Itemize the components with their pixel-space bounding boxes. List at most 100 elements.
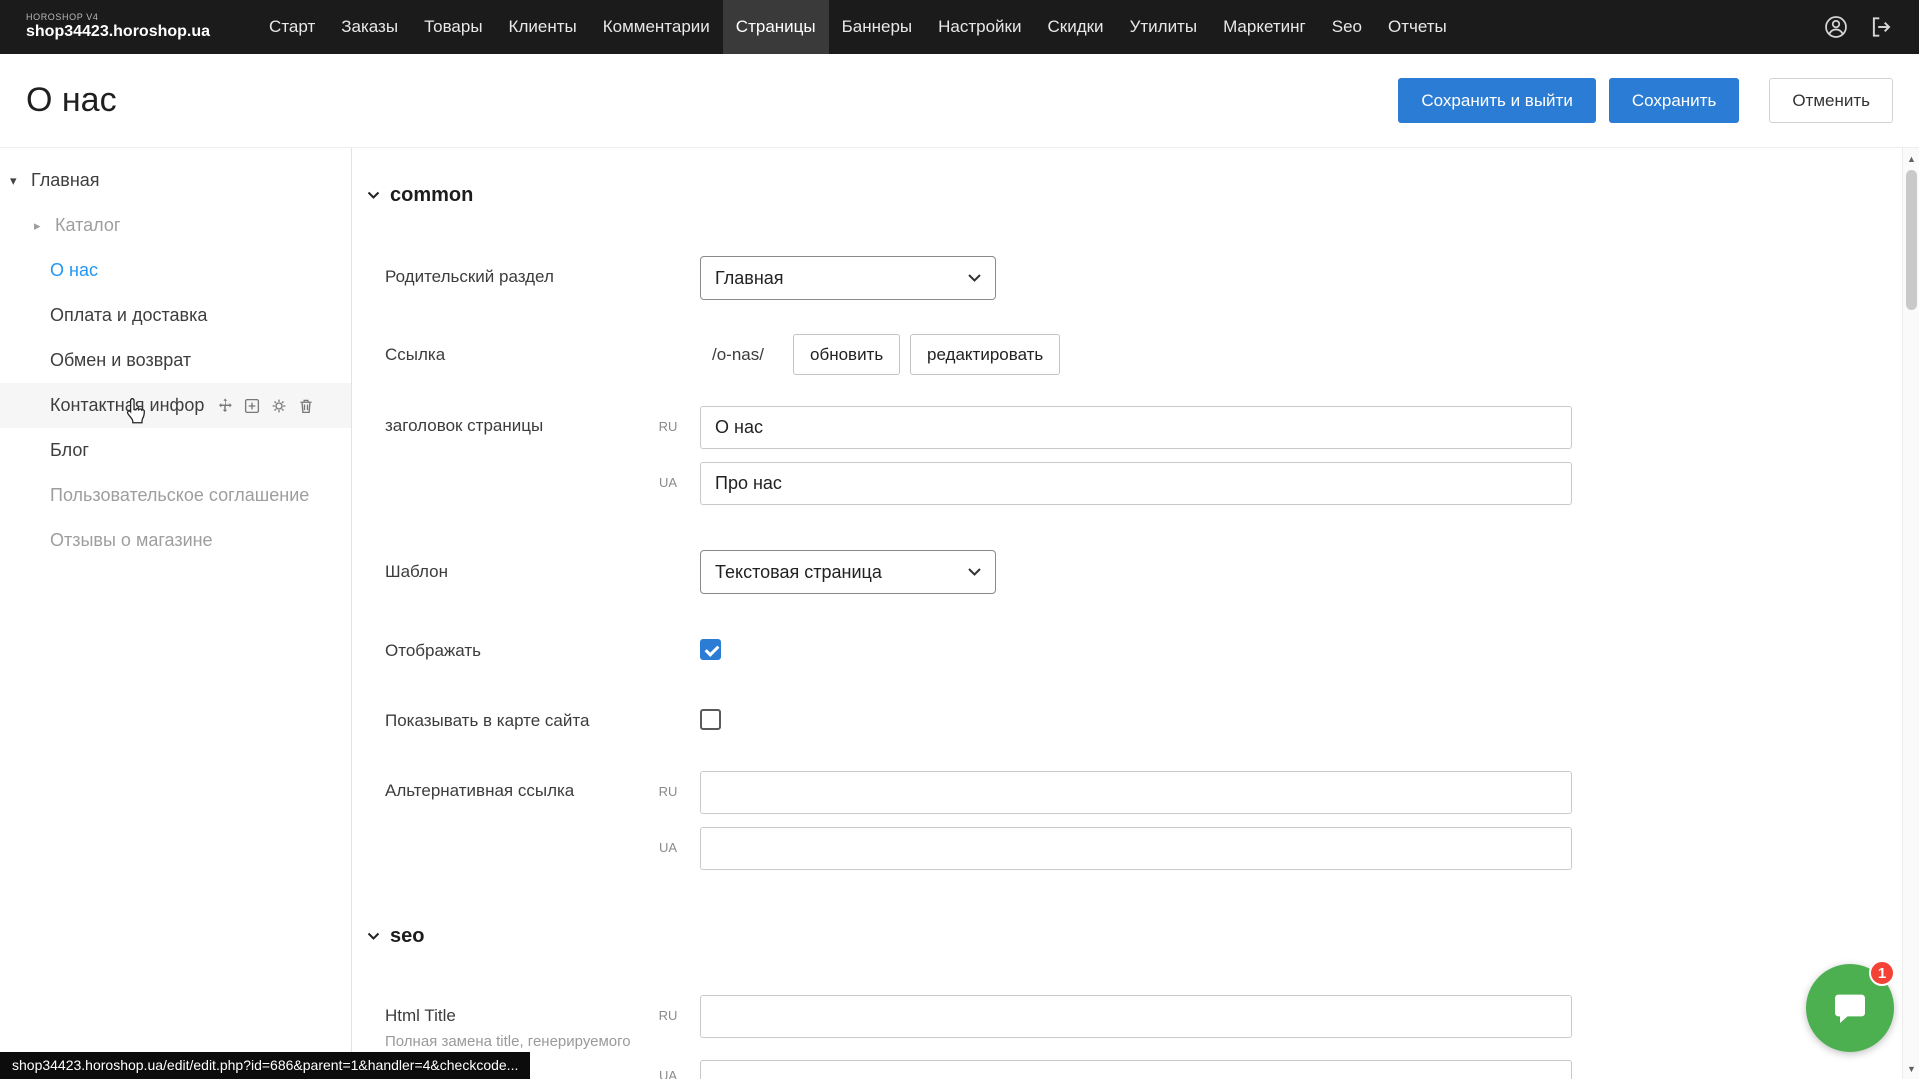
scrollbar-thumb[interactable] — [1906, 170, 1917, 310]
menu-item-products[interactable]: Товары — [411, 0, 495, 54]
main-menu: Старт Заказы Товары Клиенты Комментарии … — [256, 0, 1460, 54]
section-seo-header[interactable]: seo — [367, 925, 424, 948]
chat-widget-button[interactable]: 1 — [1806, 964, 1894, 1052]
tree-item-kontaktnaya-info[interactable]: Контактная инфор — [0, 383, 351, 428]
chevron-down-icon — [968, 568, 981, 576]
tree-item-label: Главная — [31, 170, 100, 191]
menu-item-banners[interactable]: Баннеры — [829, 0, 926, 54]
delete-trash-icon[interactable] — [297, 397, 315, 415]
lang-ua-badge: UA — [649, 840, 687, 855]
caret-right-icon[interactable]: ▸ — [34, 218, 46, 234]
page-header: О нас Сохранить и выйти Сохранить Отмени… — [0, 54, 1919, 148]
section-common-header[interactable]: common — [367, 184, 473, 207]
alt-link-ru-input[interactable] — [700, 771, 1572, 814]
brand-logo[interactable]: HOROSHOP V4 shop34423.horoshop.ua — [26, 13, 210, 40]
tree-item-obmen-vozvrat[interactable]: Обмен и возврат — [0, 338, 351, 383]
tree-item-user-agreement[interactable]: Пользовательское соглашение — [0, 473, 351, 518]
lang-ru-badge: RU — [649, 1008, 687, 1023]
html-title-label: Html Title — [385, 1003, 456, 1029]
alt-link-label: Альтернативная ссылка — [385, 778, 574, 804]
page-title: О нас — [26, 81, 117, 120]
pages-tree-sidebar: ▾ Главная ▸ Каталог О нас Оплата и доста… — [0, 148, 352, 1079]
tree-item-o-nas[interactable]: О нас — [0, 248, 351, 293]
move-icon[interactable] — [216, 397, 234, 415]
tree-item-label: Блог — [50, 440, 89, 461]
parent-section-value: Главная — [715, 268, 784, 289]
lang-ua-badge: UA — [649, 1068, 687, 1079]
html-title-ua-input[interactable] — [700, 1060, 1572, 1079]
menu-item-orders[interactable]: Заказы — [328, 0, 411, 54]
status-url-tooltip: shop34423.horoshop.ua/edit/edit.php?id=6… — [0, 1052, 530, 1079]
header-buttons: Сохранить и выйти Сохранить Отменить — [1398, 78, 1893, 123]
lang-ru-badge: RU — [649, 784, 687, 799]
link-path-value: /o-nas/ — [712, 342, 764, 368]
menu-item-reports[interactable]: Отчеты — [1375, 0, 1460, 54]
tree-item-label: Пользовательское соглашение — [50, 485, 309, 506]
top-navigation-bar: HOROSHOP V4 shop34423.horoshop.ua Старт … — [0, 0, 1919, 54]
save-button[interactable]: Сохранить — [1609, 78, 1739, 123]
logout-icon[interactable] — [1869, 14, 1895, 40]
tree-item-label: Обмен и возврат — [50, 350, 191, 371]
link-label: Ссылка — [385, 342, 445, 368]
lang-ua-badge: UA — [649, 475, 687, 490]
cancel-button[interactable]: Отменить — [1769, 78, 1893, 123]
scroll-up-arrow[interactable]: ▲ — [1903, 150, 1919, 167]
parent-section-select[interactable]: Главная — [700, 256, 996, 300]
save-and-exit-button[interactable]: Сохранить и выйти — [1398, 78, 1595, 123]
menu-item-clients[interactable]: Клиенты — [496, 0, 590, 54]
menu-item-marketing[interactable]: Маркетинг — [1210, 0, 1319, 54]
tree-item-label: Контактная инфор — [50, 395, 204, 416]
section-seo-title: seo — [390, 925, 424, 948]
chat-unread-badge: 1 — [1869, 960, 1895, 986]
chevron-down-icon — [968, 274, 981, 282]
menu-item-comments[interactable]: Комментарии — [590, 0, 723, 54]
sitemap-checkbox[interactable] — [700, 709, 721, 730]
tree-item-glavnaya[interactable]: ▾ Главная — [0, 158, 351, 203]
tree-item-oplata-dostavka[interactable]: Оплата и доставка — [0, 293, 351, 338]
html-title-ru-input[interactable] — [700, 995, 1572, 1038]
alt-link-ua-input[interactable] — [700, 827, 1572, 870]
menu-item-utilities[interactable]: Утилиты — [1117, 0, 1211, 54]
link-update-button[interactable]: обновить — [793, 334, 900, 375]
tree-item-store-reviews[interactable]: Отзывы о магазине — [0, 518, 351, 563]
scroll-down-arrow[interactable]: ▼ — [1903, 1060, 1919, 1077]
menu-item-start[interactable]: Старт — [256, 0, 328, 54]
template-label: Шаблон — [385, 559, 448, 585]
page-edit-form: common Родительский раздел Главная Ссылк… — [353, 148, 1902, 1079]
html-title-hint: Полная замена title, генерируемого — [385, 1032, 631, 1052]
caret-down-icon[interactable]: ▾ — [10, 173, 22, 189]
menu-item-pages[interactable]: Страницы — [723, 0, 829, 54]
chat-bubble-icon — [1829, 988, 1871, 1028]
menu-item-settings[interactable]: Настройки — [925, 0, 1034, 54]
brand-domain-label: shop34423.horoshop.ua — [26, 23, 210, 41]
tree-item-actions — [216, 397, 315, 415]
vertical-scrollbar[interactable]: ▲ ▼ — [1902, 148, 1919, 1079]
menu-item-discounts[interactable]: Скидки — [1034, 0, 1116, 54]
collapse-chevron-icon — [367, 932, 380, 941]
page-title-ru-input[interactable] — [700, 406, 1572, 449]
parent-section-label: Родительский раздел — [385, 264, 554, 290]
menu-item-seo[interactable]: Seo — [1319, 0, 1375, 54]
settings-gear-icon[interactable] — [270, 397, 288, 415]
tree-item-katalog[interactable]: ▸ Каталог — [0, 203, 351, 248]
template-value: Текстовая страница — [715, 562, 882, 583]
page-title-field-label: заголовок страницы — [385, 413, 543, 439]
link-edit-button[interactable]: редактировать — [910, 334, 1060, 375]
display-label: Отображать — [385, 638, 481, 664]
tree-item-label: Оплата и доставка — [50, 305, 207, 326]
topbar-right-actions — [1823, 14, 1895, 40]
tree-item-blog[interactable]: Блог — [0, 428, 351, 473]
page-title-ua-input[interactable] — [700, 462, 1572, 505]
section-common-title: common — [390, 184, 473, 207]
sitemap-label: Показывать в карте сайта — [385, 708, 589, 734]
display-checkbox[interactable] — [700, 639, 721, 660]
tree-item-label: Отзывы о магазине — [50, 530, 213, 551]
tree-item-label: О нас — [50, 260, 98, 281]
lang-ru-badge: RU — [649, 419, 687, 434]
template-select[interactable]: Текстовая страница — [700, 550, 996, 594]
collapse-chevron-icon — [367, 191, 380, 200]
tree-item-label: Каталог — [55, 215, 120, 236]
user-account-icon[interactable] — [1823, 14, 1849, 40]
add-page-icon[interactable] — [243, 397, 261, 415]
brand-version-label: HOROSHOP V4 — [26, 13, 210, 23]
